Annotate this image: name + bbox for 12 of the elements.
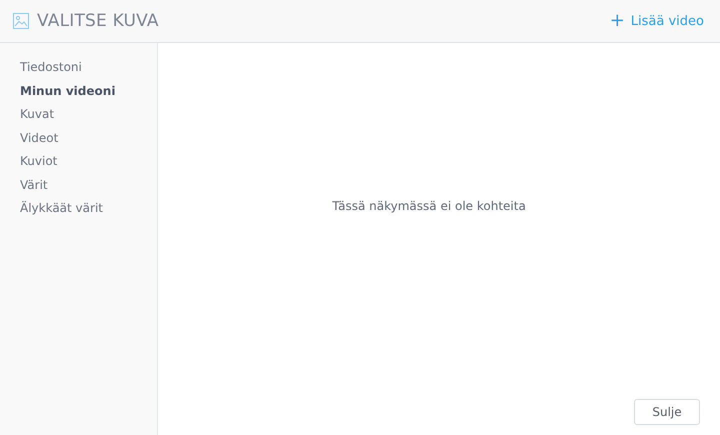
sidebar-item[interactable]: Kuvat bbox=[20, 105, 157, 124]
empty-message: Tässä näkymässä ei ole kohteita bbox=[332, 199, 526, 213]
close-button[interactable]: Sulje bbox=[634, 399, 700, 425]
sidebar-item[interactable]: Älykkäät värit bbox=[20, 199, 157, 218]
sidebar-item[interactable]: Tiedostoni bbox=[20, 58, 157, 76]
sidebar-item[interactable]: Minun videoni bbox=[20, 82, 157, 100]
sidebar-item[interactable]: Värit bbox=[20, 176, 157, 194]
sidebar-item[interactable]: Videot bbox=[20, 128, 157, 147]
add-video-button[interactable]: + Lisää video bbox=[610, 12, 704, 30]
dialog-title: VALITSE KUVA bbox=[37, 11, 159, 31]
sidebar-item[interactable]: Kuviot bbox=[20, 152, 157, 170]
image-icon bbox=[13, 13, 29, 29]
